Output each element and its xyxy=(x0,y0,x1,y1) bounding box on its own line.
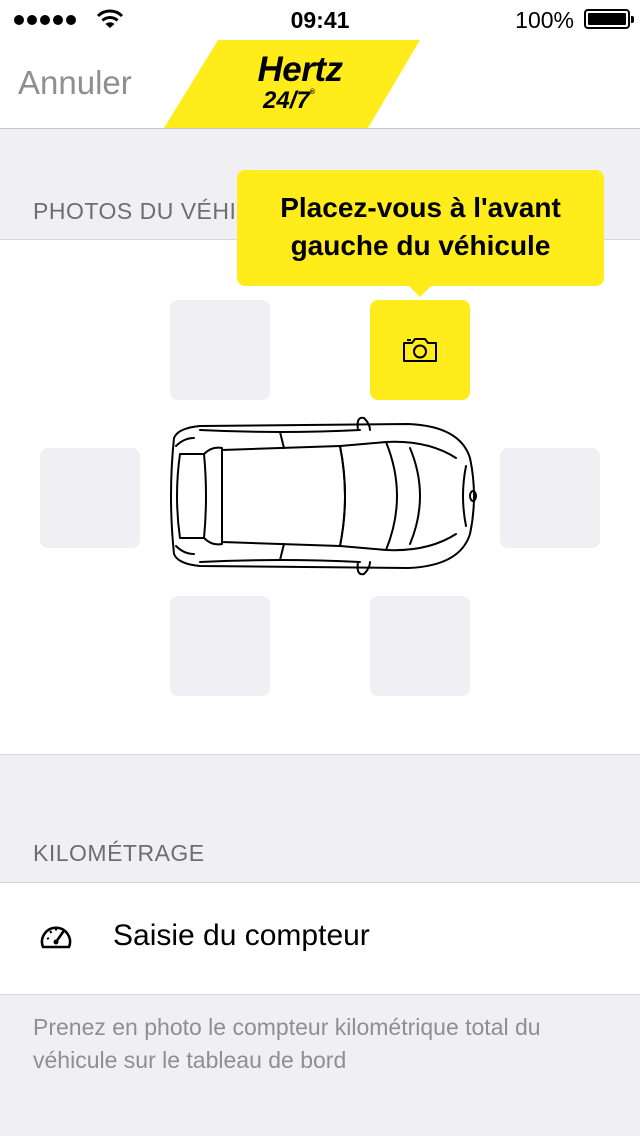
tooltip-line-2: gauche du véhicule xyxy=(290,230,551,261)
photo-slot-front-left[interactable] xyxy=(370,300,470,400)
photo-slot-rear-right[interactable] xyxy=(170,596,270,696)
camera-icon xyxy=(403,338,437,362)
vehicle-photos-panel xyxy=(0,239,640,755)
navigation-bar: Annuler Hertz 24/7® xyxy=(0,40,640,129)
odometer-entry-label: Saisie du compteur xyxy=(113,919,370,952)
logo-main-text: Hertz xyxy=(257,50,343,89)
tooltip-line-1: Placez-vous à l'avant xyxy=(280,192,561,223)
hertz-logo: Hertz 24/7® xyxy=(250,52,350,113)
odometer-instructions: Prenez en photo le compteur kilométrique… xyxy=(33,1014,541,1073)
speedometer-icon xyxy=(40,926,72,949)
mileage-section-header: KILOMÉTRAGE xyxy=(33,840,205,866)
car-top-view xyxy=(170,416,477,576)
guidance-tooltip: Placez-vous à l'avant gauche du véhicule xyxy=(237,170,604,297)
cancel-button[interactable]: Annuler xyxy=(18,64,132,102)
battery-percentage: 100% xyxy=(515,7,574,33)
photo-slot-front-right[interactable] xyxy=(370,596,470,696)
logo-sub-text: 24/7® xyxy=(263,87,315,114)
photo-slot-rear[interactable] xyxy=(40,448,140,548)
odometer-entry-row[interactable]: Saisie du compteur xyxy=(0,882,640,995)
battery-icon xyxy=(584,9,634,29)
status-bar: 09:41 100% xyxy=(0,0,640,40)
photo-slot-front[interactable] xyxy=(500,448,600,548)
photo-slot-rear-left[interactable] xyxy=(170,300,270,400)
